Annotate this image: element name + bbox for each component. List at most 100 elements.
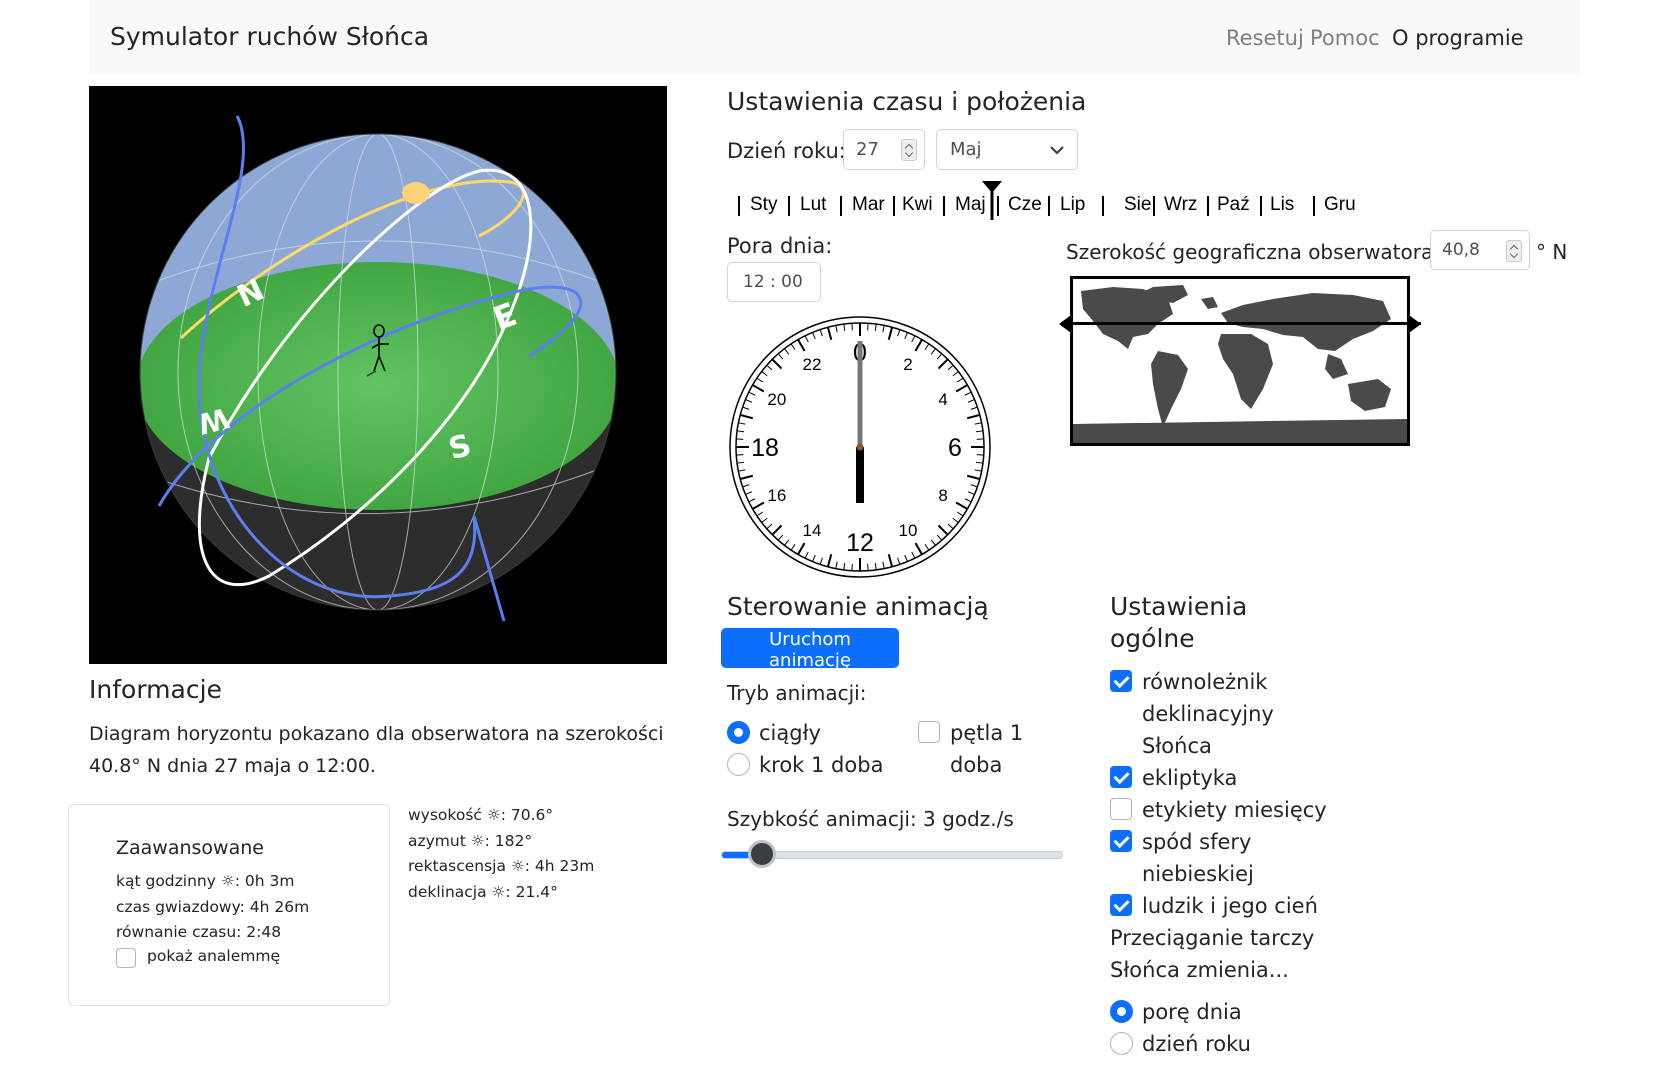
advanced-heading: Zaawansowane [116,837,264,859]
month-cze: Cze [1008,194,1042,215]
month-timeline[interactable]: Sty Lut Mar Kwi Maj Cze Lip Sie Wrz Paź … [730,181,1360,220]
animation-mode-label: Tryb animacji: [727,681,867,705]
reset-link[interactable]: Resetuj [1226,26,1304,50]
speed-label: Szybkość animacji: 3 godz./s [727,807,1014,831]
step-day-label[interactable]: krok 1 doba [759,749,883,781]
clock-number: 20 [767,390,786,409]
equation-of-time-text: równanie czasu: 2:48 [116,923,282,941]
world-map-shapes [1073,285,1407,443]
advanced-card: Zaawansowane kąt godzinny ☼: 0h 3m czas … [68,804,390,1006]
underside-label-2[interactable]: niebieskiej [1142,858,1254,890]
day-label: Dzień roku: [727,139,846,163]
clock-number: 14 [803,521,822,540]
about-link[interactable]: O programie [1392,26,1524,50]
sun-clock-dial[interactable]: 0246810121416182022 [727,314,993,580]
hour-angle-text: kąt godzinny ☼: 0h 3m [116,872,295,890]
drag-day-radio[interactable] [1110,1032,1133,1055]
celestial-sphere-view[interactable]: N E W S [89,86,667,664]
continuous-label[interactable]: ciągły [759,717,821,749]
latitude-left-marker-icon[interactable] [1059,315,1071,333]
altitude-text: wysokość ☼: 70.6° [408,806,554,824]
month-gru: Gru [1324,194,1356,215]
clock-number: 18 [751,434,779,462]
info-heading: Informacje [89,675,222,704]
month-labels-checkbox[interactable] [1110,798,1132,820]
drag-description-1: Przeciąganie tarczy [1110,926,1315,950]
latitude-spinner-icon[interactable] [1506,240,1522,262]
latitude-value: 40,8 [1442,240,1480,260]
declination-parallel-label-1[interactable]: równoleżnik [1142,666,1267,698]
month-value: Maj [950,139,982,160]
sun-disk[interactable] [402,182,430,204]
stickfigure-label[interactable]: ludzik i jego cień [1142,890,1318,922]
month-paz: Paź [1217,194,1250,215]
general-heading-line1: Ustawienia [1110,592,1248,621]
time-of-day-label: Pora dnia: [727,234,833,258]
declination-parallel-label-2[interactable]: deklinacyjny [1142,698,1274,730]
azimuth-text: azymut ☼: 182° [408,832,533,850]
analemma-label[interactable]: pokaż analemmę [147,947,280,965]
drag-description-2: Słońca zmienia... [1110,958,1289,982]
date-marker-icon[interactable] [981,180,1003,222]
clock-number: 2 [903,355,912,374]
step-day-radio[interactable] [727,753,750,776]
latitude-label: Szerokość geograficzna obserwatora: [1066,240,1440,264]
loop-day-label-line1[interactable]: pętla 1 [950,717,1023,749]
declination-parallel-label-3[interactable]: Słońca [1142,730,1212,762]
time-settings-heading: Ustawienia czasu i położenia [727,87,1087,116]
month-lut: Lut [800,194,827,215]
clock-hand[interactable] [856,341,864,503]
month-mar: Mar [852,194,885,215]
world-map[interactable] [1059,276,1421,446]
clock-number: 12 [846,529,874,557]
analemma-checkbox[interactable] [116,948,136,968]
clock-number: 16 [767,486,786,505]
clock-number: 6 [948,434,962,462]
clock-number: 22 [803,355,822,374]
info-text: Diagram horyzontu pokazano dla obserwato… [89,723,664,777]
month-wrz: Wrz [1164,194,1198,215]
underside-label-1[interactable]: spód sfery [1142,826,1251,858]
drag-time-radio[interactable] [1110,1000,1133,1023]
month-select[interactable]: Maj [936,129,1078,170]
right-ascension-text: rektascensja ☼: 4h 23m [408,857,595,875]
day-input[interactable]: 27 [843,129,925,170]
animation-heading: Sterowanie animacją [727,592,989,621]
month-sty: Sty [750,194,778,215]
continuous-radio[interactable] [727,721,750,744]
ecliptic-checkbox[interactable] [1110,766,1132,788]
ecliptic-label[interactable]: ekliptyka [1142,762,1237,794]
declination-parallel-checkbox[interactable] [1110,670,1132,692]
general-heading-line2: ogólne [1110,624,1195,653]
day-value: 27 [856,139,879,160]
clock-number: 4 [938,390,947,409]
loop-day-label-line2[interactable]: doba [950,749,1002,781]
drag-day-label[interactable]: dzień roku [1142,1028,1251,1060]
chevron-down-icon [1050,146,1064,155]
clock-number: 8 [938,486,947,505]
navbar: Symulator ruchów Słońca Resetuj Pomoc O … [89,0,1580,75]
month-kwi: Kwi [902,194,933,215]
sidereal-time-text: czas gwiazdowy: 4h 26m [116,898,310,916]
month-sie: Sie [1124,194,1152,215]
latitude-right-marker-icon[interactable] [1409,315,1421,333]
day-spinner-icon[interactable] [901,139,917,161]
latitude-unit: ° N [1536,240,1568,264]
help-link[interactable]: Pomoc [1310,26,1380,50]
month-lip: Lip [1060,194,1086,215]
horizon-plane [140,262,616,510]
loop-day-checkbox[interactable] [918,721,940,743]
drag-time-label[interactable]: porę dnia [1142,996,1242,1028]
stickfigure-checkbox[interactable] [1110,894,1132,916]
time-value: 12 : 00 [743,272,803,292]
start-animation-button[interactable]: Uruchom animację [721,628,899,671]
month-labels-label[interactable]: etykiety miesięcy [1142,794,1327,826]
underside-checkbox[interactable] [1110,830,1132,852]
declination-text: deklinacja ☼: 21.4° [408,883,558,901]
latitude-line[interactable] [1061,322,1421,325]
app-title[interactable]: Symulator ruchów Słońca [110,22,429,51]
clock-hand-pivot [856,443,864,451]
speed-slider-thumb[interactable] [748,840,777,868]
time-input[interactable]: 12 : 00 [727,262,821,302]
latitude-input[interactable]: 40,8 [1430,230,1530,270]
